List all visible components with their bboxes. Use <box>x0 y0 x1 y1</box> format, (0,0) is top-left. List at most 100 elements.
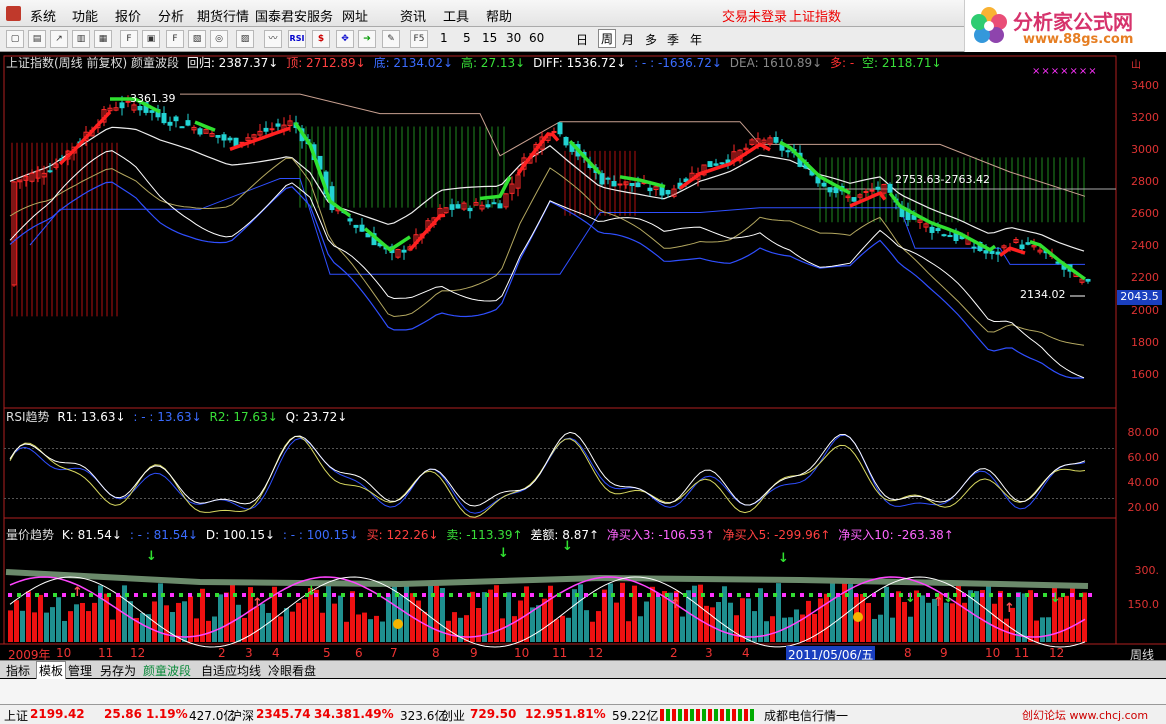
toolbar-btn-7[interactable]: ▣ <box>142 30 160 48</box>
signal-arrow-icon: ↑ <box>72 585 83 600</box>
candle-body <box>983 250 989 254</box>
move-icon[interactable]: ✥ <box>336 30 354 48</box>
menu-gtja-service[interactable]: 国泰君安服务 <box>255 6 333 25</box>
pencil-icon[interactable]: ✎ <box>382 30 400 48</box>
candle-body <box>1019 244 1025 249</box>
toolbar-btn-8[interactable]: F <box>166 30 184 48</box>
vol-item-5: 买: 122.26↓ <box>366 528 439 542</box>
period-60min[interactable]: 60 <box>529 31 544 45</box>
menu-analysis[interactable]: 分析 <box>158 6 184 25</box>
menu-news[interactable]: 资讯 <box>400 6 426 25</box>
main-ytick: 2800 <box>1131 175 1159 188</box>
tab-adaptive-ma[interactable]: 自适应均线 <box>201 662 261 679</box>
volume-bar <box>848 584 853 642</box>
chart-canvas[interactable]: ↓↓↓ ↓↓↓ ↓ ↓↑↑ ↑ ↑ ↑ <box>0 52 1166 659</box>
trade-login-status[interactable]: 交易未登录 <box>722 6 787 25</box>
candle-body <box>233 137 239 146</box>
candle-body <box>353 224 359 228</box>
period-month[interactable]: 月 <box>622 31 634 48</box>
period-day[interactable]: 日 <box>576 31 588 48</box>
menu-system[interactable]: 系统 <box>30 6 56 25</box>
volume-bar <box>536 605 541 642</box>
period-multi[interactable]: 多 <box>645 31 657 48</box>
period-quarter[interactable]: 季 <box>667 31 679 48</box>
signal-dot <box>584 593 588 597</box>
period-week[interactable]: 周 <box>598 29 617 48</box>
toolbar-btn-10[interactable]: ◎ <box>210 30 228 48</box>
signal-dot <box>800 593 804 597</box>
period-1min[interactable]: 1 <box>440 31 448 45</box>
menu-help[interactable]: 帮助 <box>486 6 512 25</box>
signal-dot <box>287 593 291 597</box>
main-item-0: 回归: 2387.37↓ <box>186 56 279 70</box>
app-icon <box>6 6 21 21</box>
tab-indicator[interactable]: 指标 <box>6 662 30 679</box>
menu-tools[interactable]: 工具 <box>443 6 469 25</box>
toolbar-btn-4[interactable]: ▥ <box>72 30 90 48</box>
volume-bar <box>890 617 895 642</box>
dollar-icon[interactable]: $ <box>312 30 330 48</box>
toolbar-btn-5[interactable]: ▦ <box>94 30 112 48</box>
toolbar-btn-11[interactable]: ▨ <box>236 30 254 48</box>
x-label: 11 <box>1014 646 1030 660</box>
main-item-7: 多: - <box>829 56 855 70</box>
toolbar-btn-9[interactable]: ▧ <box>188 30 206 48</box>
signal-dot <box>152 593 156 597</box>
volume-bar <box>332 603 337 642</box>
toolbar-btn-2[interactable]: ▤ <box>28 30 46 48</box>
export-icon[interactable]: ➔ <box>358 30 376 48</box>
signal-dot <box>494 593 498 597</box>
volume-bar <box>878 614 883 642</box>
menu-quote[interactable]: 报价 <box>115 6 141 25</box>
candle-body <box>659 186 665 196</box>
volume-bar <box>644 601 649 642</box>
period-15min[interactable]: 15 <box>482 31 497 45</box>
toolbar-btn-3[interactable]: ↗ <box>50 30 68 48</box>
volume-bar <box>620 582 625 642</box>
volume-bar <box>680 616 685 642</box>
toolbar-btn-6[interactable]: F <box>120 30 138 48</box>
tab-cold-watch[interactable]: 冷眼看盘 <box>268 662 316 679</box>
signal-dot <box>98 593 102 597</box>
period-year[interactable]: 年 <box>690 31 702 48</box>
volume-bar <box>806 600 811 642</box>
chart-area[interactable]: ↓ ↓ ↓ ↓ ↓ ↓ ↓ ↓ ↑ ↑ ↑ ↑ ↑ 上证指数(周线 前复权) 颜童波段 回归: 2387… <box>0 52 1166 659</box>
signal-dot <box>332 593 336 597</box>
volume-bar <box>512 616 517 642</box>
hs-amount: 323.6亿 <box>400 709 447 723</box>
signal-dot <box>404 593 408 597</box>
menu-websites[interactable]: 网址 <box>342 6 368 25</box>
signal-dot <box>215 593 219 597</box>
signal-dot <box>656 593 660 597</box>
trend-segment <box>678 142 771 190</box>
tab-save-as[interactable]: 另存为 <box>100 662 136 679</box>
tab-manage[interactable]: 管理 <box>68 662 92 679</box>
marker-crosses: ××××××× <box>1032 66 1098 77</box>
main-ytick: 3400 <box>1131 79 1159 92</box>
x-label: 11 <box>98 646 114 660</box>
period-f5[interactable]: F5 <box>410 30 428 48</box>
volume-bar <box>50 607 55 642</box>
period-30min[interactable]: 30 <box>506 31 521 45</box>
signal-arrow-icon: ↓ <box>146 549 157 564</box>
period-5min[interactable]: 5 <box>463 31 471 45</box>
tab-template[interactable]: 模板 <box>36 661 67 680</box>
candle-body <box>221 134 227 141</box>
volume-bar <box>92 602 97 642</box>
volume-bar <box>266 612 271 642</box>
signal-dot <box>683 593 687 597</box>
signal-dot <box>17 593 21 597</box>
signal-dot <box>665 593 669 597</box>
menu-function[interactable]: 功能 <box>72 6 98 25</box>
toolbar-btn-1[interactable]: ▢ <box>6 30 24 48</box>
rsi-icon[interactable]: RSI <box>288 30 306 48</box>
volume-bar <box>62 620 67 642</box>
trend-icon[interactable]: 〰 <box>264 30 282 48</box>
volume-bar <box>26 591 31 642</box>
signal-dot <box>278 593 282 597</box>
tab-yantong-band[interactable]: 颜童波段 <box>143 662 191 679</box>
volume-bar <box>734 615 739 642</box>
logo-url[interactable]: www.88gs.com <box>1023 32 1133 47</box>
menu-futures[interactable]: 期货行情 <box>197 6 249 25</box>
candle-body <box>227 137 233 141</box>
